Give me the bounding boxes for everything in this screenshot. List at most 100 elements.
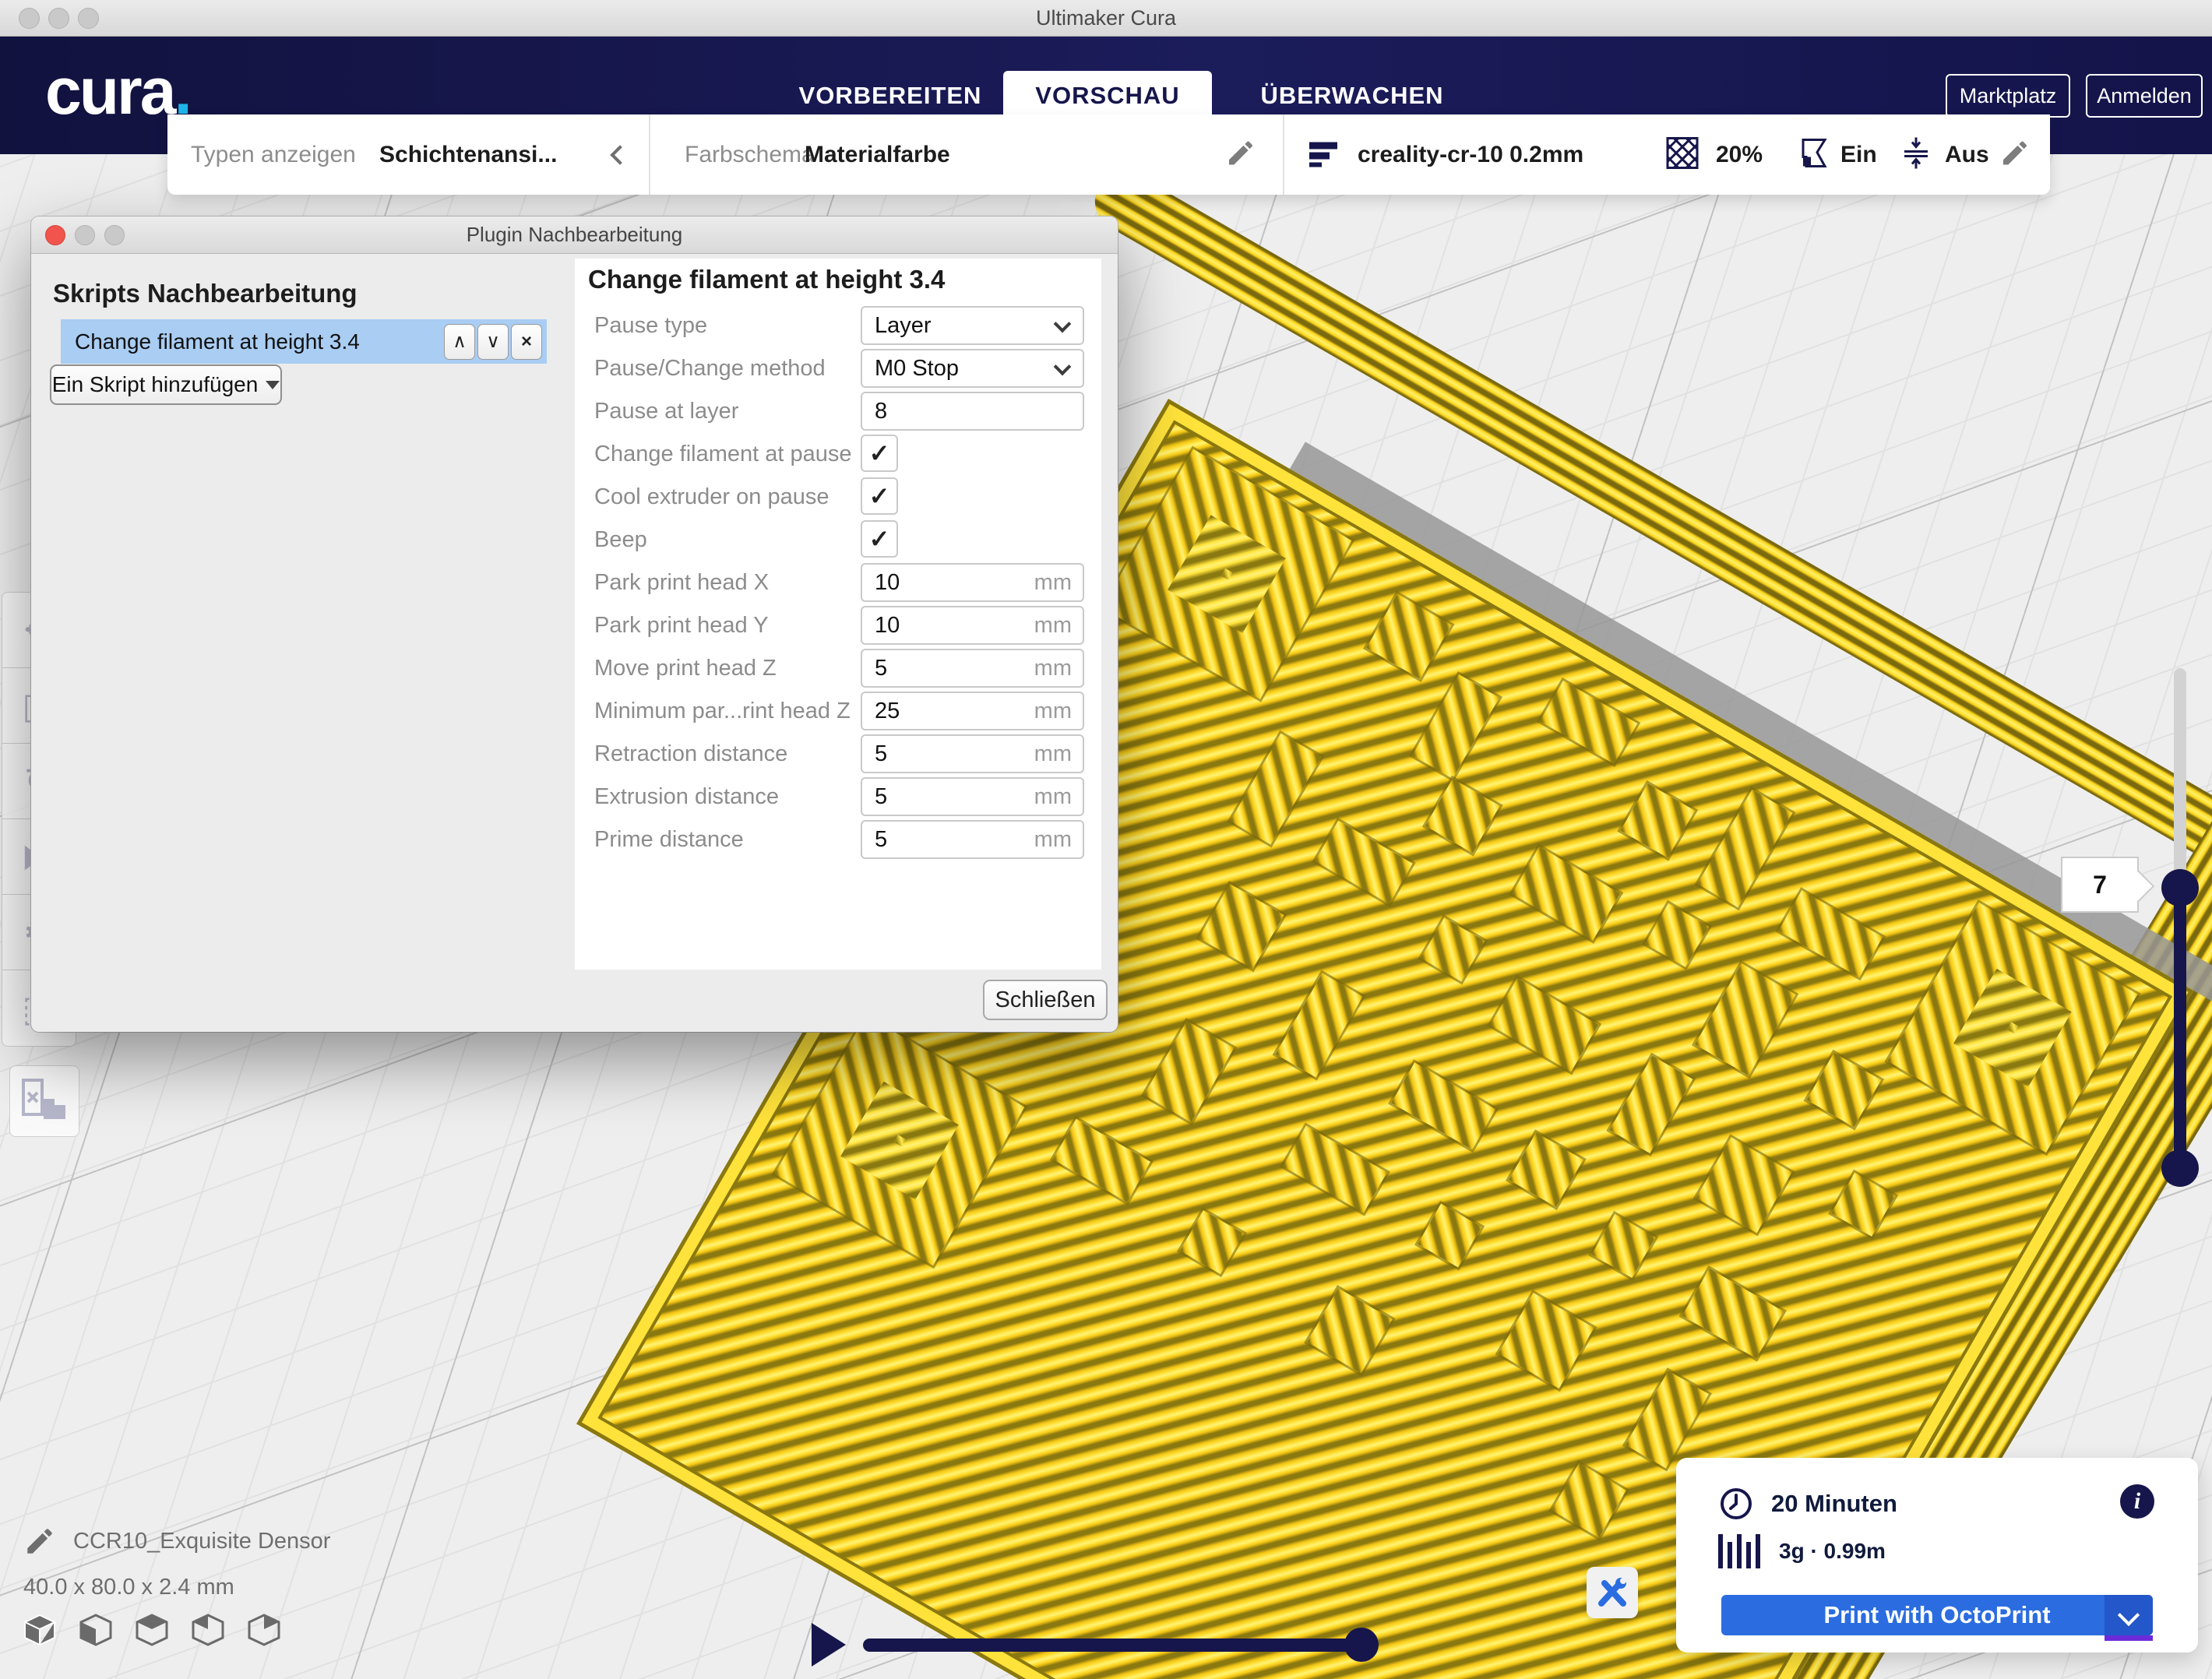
close-dialog-button[interactable]: Schließen	[983, 980, 1108, 1020]
qr-module	[1609, 1056, 1692, 1153]
extrusion-distance-field[interactable]: mm	[861, 777, 1084, 816]
colorscheme-label: Farbschema	[685, 142, 815, 168]
view-top-icon[interactable]	[132, 1610, 171, 1649]
stage-bar: Typen anzeigen Schichtenansi... Farbsche…	[167, 114, 2050, 195]
print-options-chevron-button[interactable]	[2105, 1595, 2153, 1635]
qr-module	[1509, 1132, 1583, 1207]
adhesion-value[interactable]: Aus	[1945, 142, 1989, 168]
layer-slider-track[interactable]	[2174, 668, 2186, 902]
printer-profile-value[interactable]: creality-cr-10 0.2mm	[1358, 142, 1583, 168]
minimum-park-z-field[interactable]: mm	[861, 692, 1084, 730]
add-script-button[interactable]: Ein Skript hinzufügen	[50, 364, 282, 405]
collapse-chevron-icon[interactable]	[610, 145, 629, 164]
qr-module	[1807, 1053, 1882, 1128]
macos-titlebar[interactable]: Ultimaker Cura	[0, 0, 2212, 37]
marketplace-button[interactable]: Marktplatz	[1946, 74, 2070, 118]
pause-at-layer-input[interactable]	[862, 393, 1083, 429]
move-script-down-button[interactable]: ∨	[477, 324, 509, 360]
qr-module	[1682, 1269, 1784, 1359]
qr-module	[1695, 963, 1795, 1075]
field-label: Extrusion distance	[594, 777, 779, 816]
cura-window: ✥ ◳ ↻ ⧓ ⚙ ⬚ cura. VORBEREITEN VORSCHAU Ü…	[0, 0, 2212, 1679]
view-front-icon[interactable]	[76, 1610, 115, 1649]
qr-module	[1540, 681, 1637, 764]
prime-distance-field[interactable]: mm	[861, 820, 1084, 859]
retraction-distance-field[interactable]: mm	[861, 734, 1084, 773]
qr-module	[1778, 890, 1883, 977]
unit-label: mm	[1034, 822, 1072, 857]
colorscheme-value[interactable]: Materialfarbe	[805, 142, 950, 168]
layer-slider-upper-handle[interactable]	[2161, 869, 2199, 906]
edit-printer-pencil-icon[interactable]	[1999, 137, 2031, 172]
qr-module	[1144, 1021, 1235, 1122]
park-y-field[interactable]: mm	[861, 606, 1084, 645]
pause-method-select[interactable]: M0 Stop	[861, 349, 1084, 388]
park-x-field[interactable]: mm	[861, 563, 1084, 602]
remove-script-button[interactable]: ×	[511, 324, 542, 360]
infill-value[interactable]: 20%	[1716, 142, 1763, 168]
mesh-type-button[interactable]	[9, 1065, 79, 1137]
divider	[649, 114, 650, 195]
signin-button[interactable]: Anmelden	[2086, 74, 2203, 118]
octoprint-settings-button[interactable]	[1587, 1567, 1638, 1618]
simulation-slider-track[interactable]	[863, 1639, 1363, 1652]
selected-script-row[interactable]: Change filament at height 3.4 ∧ ∨ ×	[61, 319, 547, 364]
qr-module	[1366, 594, 1451, 679]
dialog-maximize-button	[104, 225, 125, 245]
qr-module	[1425, 779, 1500, 854]
print-with-octoprint-button[interactable]: Print with OctoPrint	[1721, 1595, 2153, 1635]
move-z-field[interactable]: mm	[861, 649, 1084, 688]
dialog-titlebar[interactable]: Plugin Nachbearbeitung	[31, 216, 1118, 254]
qr-module	[1512, 847, 1620, 941]
tools-icon	[1595, 1575, 1629, 1610]
field-label: Pause/Change method	[594, 349, 826, 388]
qr-module	[1696, 1137, 1792, 1233]
view-right-icon[interactable]	[245, 1610, 284, 1649]
qr-finder-pattern	[1887, 903, 2137, 1153]
play-button[interactable]	[812, 1623, 846, 1667]
change-filament-checkbox[interactable]: ✓	[861, 435, 898, 472]
dialog-close-button[interactable]	[45, 225, 65, 245]
maximize-window-button[interactable]	[78, 8, 99, 29]
qr-finder-pattern	[774, 1015, 1024, 1265]
field-label: Pause at layer	[594, 392, 738, 431]
dialog-minimize-button	[75, 225, 95, 245]
scripts-heading: Skripts Nachbearbeitung	[53, 279, 358, 308]
model-name: CCR10_Exquisite Densor	[73, 1529, 330, 1554]
field-label: Minimum par...rint head Z	[594, 692, 851, 730]
view-type-value[interactable]: Schichtenansi...	[379, 142, 557, 168]
beep-checkbox[interactable]: ✓	[861, 520, 898, 558]
print-estimate-card: 20 Minuten 3g · 0.99m i Print with OctoP…	[1676, 1458, 2198, 1653]
edit-colorscheme-pencil-icon[interactable]	[1225, 137, 1256, 172]
info-icon[interactable]: i	[2120, 1484, 2154, 1519]
simulation-slider-handle[interactable]	[1344, 1628, 1379, 1662]
layer-slider-range[interactable]	[2174, 888, 2186, 1168]
pause-type-select[interactable]: Layer	[861, 306, 1084, 345]
view-3d-icon[interactable]	[20, 1610, 59, 1649]
qr-module	[1831, 1173, 1895, 1237]
qr-module	[1053, 1119, 1150, 1202]
divider	[1283, 114, 1284, 195]
layer-slider-lower-handle[interactable]	[2161, 1149, 2199, 1187]
unit-label: mm	[1034, 607, 1072, 643]
qr-module	[1412, 674, 1499, 779]
minimize-window-button[interactable]	[48, 8, 69, 29]
qr-finder-pattern	[1101, 449, 1351, 699]
rename-model-pencil-icon[interactable]	[23, 1525, 56, 1558]
field-label: Cool extruder on pause	[594, 477, 829, 516]
cool-extruder-checkbox[interactable]: ✓	[861, 477, 898, 515]
clock-icon	[1718, 1486, 1754, 1522]
model-dimensions: 40.0 x 80.0 x 2.4 mm	[23, 1575, 330, 1600]
qr-module	[1391, 1062, 1495, 1149]
pause-at-layer-field[interactable]	[861, 392, 1084, 431]
qr-module	[1591, 1214, 1655, 1278]
dropdown-arrow-icon	[266, 381, 280, 389]
move-script-up-button[interactable]: ∧	[444, 324, 475, 360]
support-value[interactable]: Ein	[1840, 142, 1877, 168]
field-label: Park print head Y	[594, 606, 769, 645]
tab-vorschau[interactable]: VORSCHAU	[1003, 71, 1212, 121]
qr-module	[1645, 903, 1709, 967]
close-window-button[interactable]	[19, 8, 40, 29]
view-left-icon[interactable]	[188, 1610, 227, 1649]
print-time-estimate: 20 Minuten	[1771, 1490, 1897, 1518]
